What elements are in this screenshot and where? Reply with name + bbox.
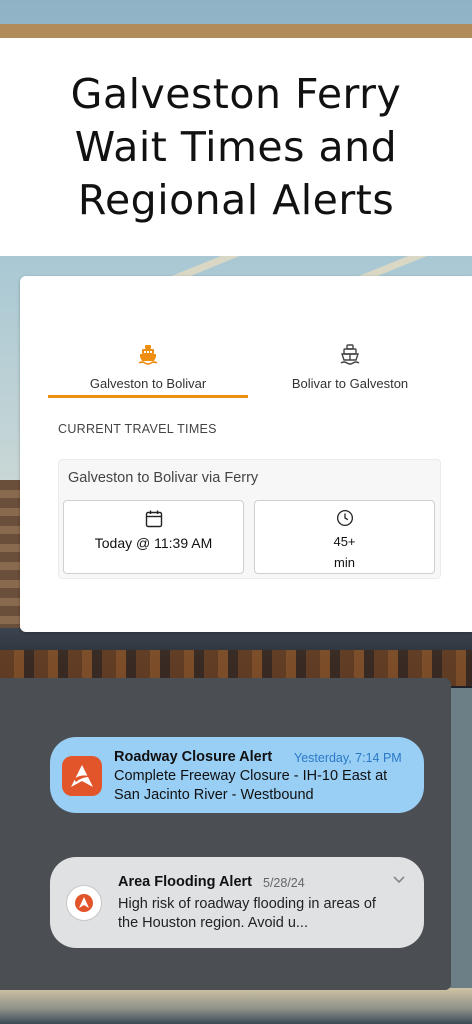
app-logo-icon <box>71 765 93 787</box>
wait-unit: min <box>334 555 355 570</box>
notification-title: Roadway Closure Alert <box>114 749 273 765</box>
tab-label: Galveston to Bolivar <box>89 376 207 391</box>
ferry-card: Galveston to Bolivar Bolivar to Galvesto… <box>20 276 472 632</box>
wait-time-box: 45+ min <box>254 500 435 574</box>
notification-time: 5/28/24 <box>263 876 305 890</box>
page-title: Galveston Ferry Wait Times and Regional … <box>70 69 402 224</box>
notification-title: Area Flooding Alert <box>118 874 252 890</box>
route-title: Galveston to Bolivar via Ferry <box>68 470 259 486</box>
section-heading: CURRENT TRAVEL TIMES <box>58 422 217 436</box>
clock-icon <box>336 509 353 527</box>
road <box>0 988 472 1024</box>
notification-body: Complete Freeway Closure - IH-10 East at… <box>114 768 388 803</box>
ferry-filled-icon <box>138 345 158 365</box>
tab-bolivar-to-galveston[interactable]: Bolivar to Galveston <box>250 340 450 398</box>
route-panel: Galveston to Bolivar via Ferry Today @ 1… <box>58 459 441 579</box>
direction-tabs: Galveston to Bolivar Bolivar to Galvesto… <box>48 340 450 400</box>
departure-time-box: Today @ 11:39 AM <box>63 500 244 574</box>
notification-area-flooding[interactable]: Area Flooding Alert 5/28/24 High risk of… <box>50 857 424 948</box>
pier-posts <box>0 480 20 640</box>
ship-outline-icon <box>340 344 360 365</box>
notification-time: Yesterday, 7:14 PM <box>294 751 402 765</box>
wait-value: 45+ <box>333 534 356 549</box>
title-banner: Galveston Ferry Wait Times and Regional … <box>0 38 472 256</box>
notification-roadway-closure[interactable]: Roadway Closure Alert Yesterday, 7:14 PM… <box>50 737 424 813</box>
tab-galveston-to-bolivar[interactable]: Galveston to Bolivar <box>48 340 248 398</box>
app-icon <box>66 885 102 921</box>
app-icon <box>62 756 102 796</box>
tab-label: Bolivar to Galveston <box>291 376 409 391</box>
calendar-icon <box>145 510 162 528</box>
notification-body: High risk of roadway flooding in areas o… <box>118 896 376 931</box>
departure-time: Today @ 11:39 AM <box>94 535 213 551</box>
wait-time: 45+ min <box>333 531 355 573</box>
app-logo-icon <box>75 894 93 912</box>
decorative-band <box>0 24 472 38</box>
chevron-down-icon[interactable] <box>392 875 406 885</box>
active-tab-indicator <box>48 395 248 398</box>
